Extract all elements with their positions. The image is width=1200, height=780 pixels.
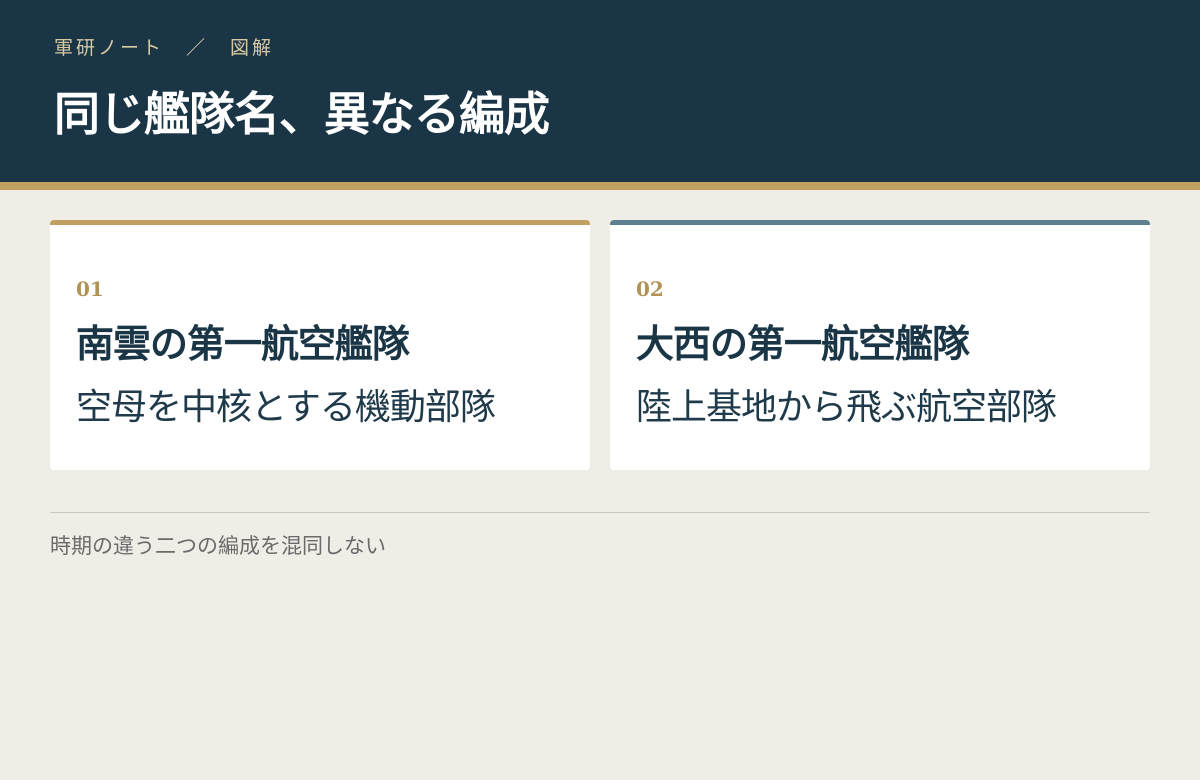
- card-nagumo-fleet: 01 南雲の第一航空艦隊 空母を中核とする機動部隊: [50, 220, 590, 470]
- card-number: 01: [76, 277, 104, 301]
- card-number: 02: [636, 277, 664, 301]
- footnote: 時期の違う二つの編成を混同しない: [50, 534, 386, 558]
- card-description: 陸上基地から飛ぶ航空部隊: [636, 387, 1057, 428]
- breadcrumb-separator: ／: [186, 37, 209, 59]
- page-title: 同じ艦隊名、異なる編成: [54, 87, 550, 141]
- breadcrumb: 軍研ノート ／ 図解: [54, 33, 274, 60]
- divider: [50, 512, 1150, 513]
- header-accent-rule: [0, 182, 1200, 190]
- header-banner: 軍研ノート ／ 図解 同じ艦隊名、異なる編成: [0, 0, 1200, 182]
- card-description: 空母を中核とする機動部隊: [76, 387, 496, 428]
- breadcrumb-item-notes[interactable]: 軍研ノート: [54, 33, 164, 60]
- card-title: 大西の第一航空艦隊: [636, 322, 970, 366]
- card-title: 南雲の第一航空艦隊: [76, 322, 410, 366]
- card-onishi-fleet: 02 大西の第一航空艦隊 陸上基地から飛ぶ航空部隊: [610, 220, 1150, 470]
- breadcrumb-item-diagram: 図解: [230, 37, 275, 59]
